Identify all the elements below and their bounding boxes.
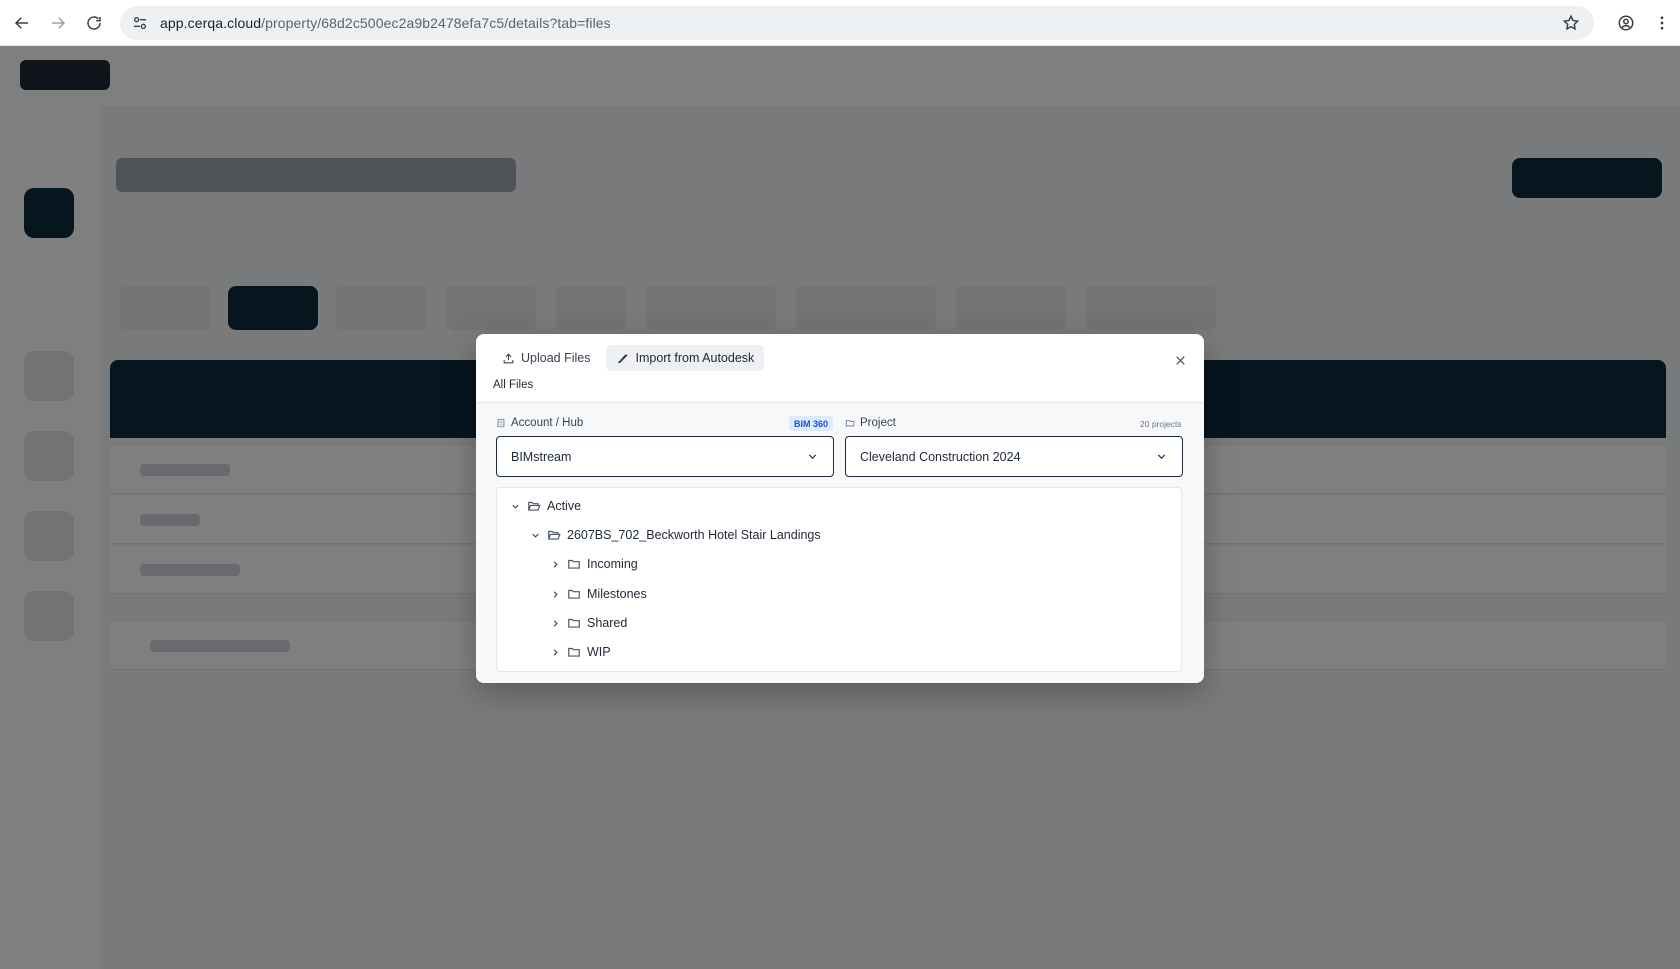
project-select[interactable]: Cleveland Construction 2024: [845, 436, 1183, 477]
folder-icon: [845, 420, 855, 427]
autodesk-icon: [618, 354, 628, 363]
account-hub-select[interactable]: BIMstream: [496, 436, 834, 477]
account-hub-label: Account / Hub: [496, 417, 583, 429]
chevron-down-icon[interactable]: [508, 499, 522, 513]
reload-icon: [87, 15, 101, 30]
upload-icon: [503, 352, 514, 363]
chevron-down-icon: [1157, 454, 1166, 459]
modal-tabs: Upload Files Import from Autodesk: [492, 345, 765, 371]
reload-button[interactable]: [76, 5, 112, 41]
account-hub-value: BIMstream: [511, 449, 572, 464]
folder-open-icon: [547, 528, 561, 542]
tab-upload-files-label: Upload Files: [521, 351, 591, 365]
arrow-left-icon: [14, 16, 28, 29]
tree-node-shared[interactable]: Shared: [548, 613, 627, 633]
project-label-text: Project: [860, 417, 896, 429]
chevron-right-icon[interactable]: [548, 616, 562, 630]
site-info-icon[interactable]: [126, 15, 154, 31]
chevron-down-icon: [808, 454, 817, 459]
url-path: /property/68d2c500ec2a9b2478efa7c5/detai…: [261, 15, 611, 31]
tab-import-autodesk-label: Import from Autodesk: [635, 351, 755, 365]
back-button[interactable]: [4, 5, 40, 41]
folder-open-icon: [527, 499, 541, 513]
profile-button[interactable]: [1608, 5, 1644, 41]
building-icon: [497, 418, 505, 428]
modal-body: Account / Hub BIM 360 BIMstream Project …: [476, 402, 1204, 683]
folder-icon: [567, 587, 581, 601]
chevron-right-icon[interactable]: [548, 645, 562, 659]
more-vert-icon: [1660, 16, 1664, 30]
close-button[interactable]: [1170, 350, 1190, 370]
folder-icon: [567, 645, 581, 659]
project-value: Cleveland Construction 2024: [860, 449, 1021, 464]
chevron-right-icon[interactable]: [548, 557, 562, 571]
bim360-badge: BIM 360: [789, 416, 834, 431]
tree-node-label: Milestones: [587, 587, 647, 601]
arrow-right-icon: [52, 16, 66, 29]
tab-import-autodesk[interactable]: Import from Autodesk: [606, 345, 765, 371]
address-bar[interactable]: app.cerqa.cloud/property/68d2c500ec2a9b2…: [120, 6, 1594, 40]
tree-node-label: Active: [547, 499, 582, 513]
folder-tree: Active 2607BS_702_Beckworth Hotel Stair …: [496, 487, 1182, 672]
account-hub-label-text: Account / Hub: [511, 417, 584, 429]
forward-button[interactable]: [40, 5, 76, 41]
bookmark-star-icon[interactable]: [1562, 14, 1580, 32]
chevron-down-icon[interactable]: [528, 528, 542, 542]
browser-toolbar: app.cerqa.cloud/property/68d2c500ec2a9b2…: [0, 0, 1680, 46]
breadcrumb[interactable]: All Files: [493, 379, 533, 391]
tree-node-incoming[interactable]: Incoming: [548, 554, 638, 574]
tree-node-milestones[interactable]: Milestones: [548, 584, 647, 604]
tree-node-label: Shared: [587, 616, 628, 630]
tab-upload-files[interactable]: Upload Files: [492, 345, 600, 371]
browser-menu-button[interactable]: [1644, 5, 1680, 41]
tree-node-label: 2607BS_702_Beckworth Hotel Stair Landing…: [567, 528, 821, 542]
tree-node-project-folder[interactable]: 2607BS_702_Beckworth Hotel Stair Landing…: [528, 525, 821, 545]
chevron-right-icon[interactable]: [548, 587, 562, 601]
close-icon: [1175, 355, 1185, 365]
project-count: 20 projects: [1140, 419, 1182, 429]
tree-node-wip[interactable]: WIP: [548, 642, 611, 662]
tree-node-label: Incoming: [587, 557, 638, 571]
folder-icon: [567, 557, 581, 571]
import-files-modal: Upload Files Import from Autodesk All Fi…: [476, 334, 1204, 683]
url-host: app.cerqa.cloud: [160, 15, 262, 31]
url-text: app.cerqa.cloud/property/68d2c500ec2a9b2…: [160, 15, 611, 31]
folder-icon: [567, 616, 581, 630]
tree-node-label: WIP: [587, 645, 611, 659]
account-circle-icon: [1618, 15, 1634, 31]
project-label: Project: [845, 417, 896, 429]
tree-node-active[interactable]: Active: [508, 496, 581, 516]
